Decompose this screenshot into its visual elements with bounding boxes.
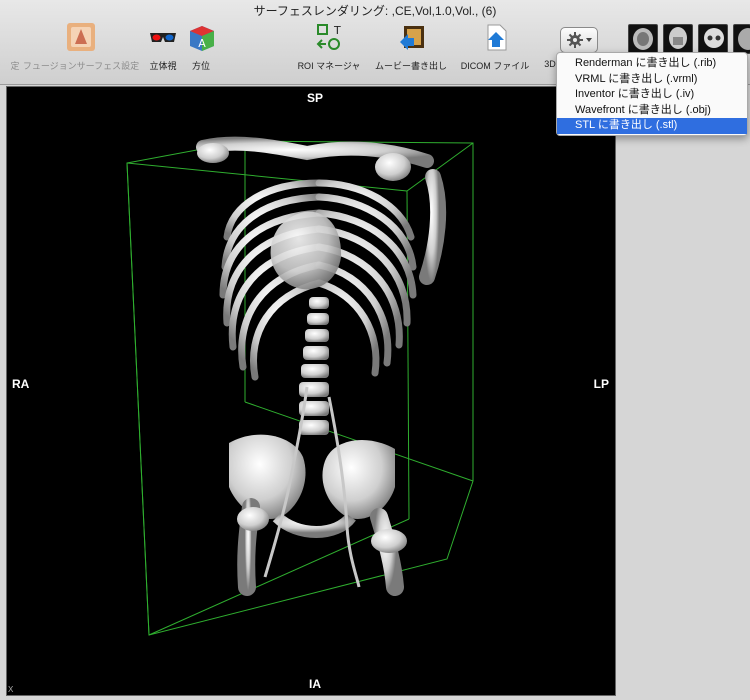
preset-thumbnail-3[interactable] — [698, 24, 728, 54]
brain-thumbnail-icon — [633, 28, 653, 50]
skull-thumbnail-icon — [704, 28, 724, 48]
gear-icon — [567, 32, 592, 48]
preset-thumbnail-4[interactable] — [733, 24, 750, 54]
3d-glasses-icon — [150, 33, 176, 42]
svg-text:T: T — [333, 24, 341, 37]
movie-export-icon — [400, 26, 424, 50]
orientation-bottom-label: IA — [309, 677, 321, 691]
menu-item-renderman[interactable]: Renderman に書き出し (.rib) — [557, 56, 747, 72]
stereo-button[interactable]: 立体視 — [147, 22, 179, 78]
render-viewport[interactable]: SP IA RA LP X — [6, 86, 616, 696]
roi-manager-button[interactable]: T ROI マネージャ — [291, 22, 367, 78]
brain-thumbnail-icon — [738, 28, 750, 50]
preset-thumbnail-2[interactable] — [663, 24, 693, 54]
roi-icon: T — [316, 24, 341, 50]
side-panel — [618, 86, 750, 697]
orientation-left-label: RA — [12, 377, 30, 391]
window-title: サーフェスレンダリング: ,CE,Vol,1.0,Vol., (6) — [253, 4, 497, 18]
menu-item-inventor[interactable]: Inventor に書き出し (.iv) — [557, 87, 747, 103]
export-menu-button[interactable] — [560, 27, 598, 53]
dicom-file-button[interactable]: DICOM ファイル — [455, 22, 535, 78]
orientation-right-label: LP — [593, 377, 609, 391]
fusion-surface-button[interactable]: フュージョンサーフェス設定 — [14, 22, 148, 78]
svg-text:A: A — [198, 37, 206, 50]
export-dropdown-menu: Renderman に書き出し (.rib) VRML に書き出し (.vrml… — [556, 52, 748, 136]
preset-thumbnail-1[interactable] — [628, 24, 658, 54]
head-thumbnail-icon — [669, 27, 687, 49]
fusion-icon — [67, 23, 95, 51]
orientation-button[interactable]: A 方位 — [186, 22, 216, 78]
skeleton-rendering — [126, 136, 474, 636]
dicom-file-icon — [487, 24, 507, 51]
corner-label: X — [8, 685, 14, 694]
orientation-top-label: SP — [307, 91, 324, 105]
menu-item-wavefront[interactable]: Wavefront に書き出し (.obj) — [557, 103, 747, 119]
menu-item-vrml[interactable]: VRML に書き出し (.vrml) — [557, 72, 747, 88]
orientation-cube-icon: A — [190, 26, 214, 51]
menu-item-stl[interactable]: STL に書き出し (.stl) — [557, 118, 747, 134]
movie-export-button[interactable]: ムービー書き出し — [370, 22, 452, 78]
